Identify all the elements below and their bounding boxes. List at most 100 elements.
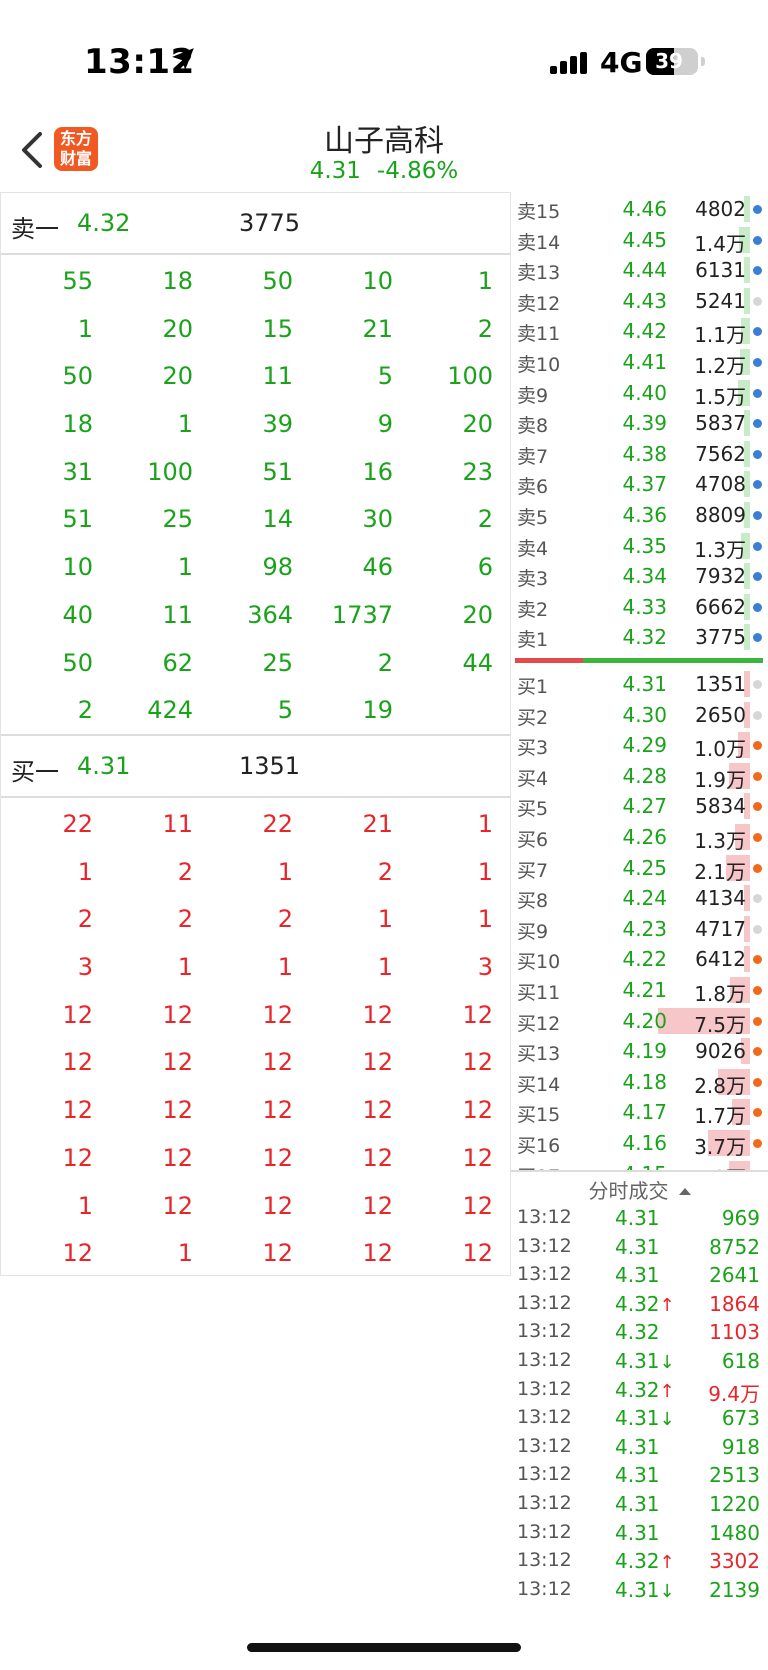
buy_queue-cell: 1: [477, 810, 493, 838]
trade-time: 13:12: [517, 1549, 572, 1572]
home-indicator[interactable]: [247, 1643, 521, 1652]
bid-level-price: 4.21: [622, 978, 667, 1002]
bid-level-price: 4.18: [622, 1069, 667, 1094]
sell_queue-cell: 16: [362, 457, 393, 486]
sell_queue-cell: 424: [147, 696, 193, 725]
bid-level-row[interactable]: 买9 4.23 4717: [511, 914, 768, 944]
trade-price: 4.31: [615, 1463, 660, 1487]
bid-level-row[interactable]: 买17 4.15 1.9万: [511, 1159, 768, 1170]
ask-level-row[interactable]: 卖4 4.35 1.3万: [511, 531, 768, 562]
bid-level-row[interactable]: 买14 4.18 2.8万: [511, 1067, 768, 1098]
ask-level-row[interactable]: 卖9 4.40 1.5万: [511, 378, 768, 409]
ask-level-row[interactable]: 卖1 4.32 3775: [511, 622, 768, 652]
bid-level-row[interactable]: 买13 4.19 9026: [511, 1036, 768, 1066]
ask-level-row[interactable]: 卖12 4.43 5241: [511, 286, 768, 316]
trade-time: 13:12: [517, 1434, 572, 1457]
ask-level-row[interactable]: 卖5 4.36 8809: [511, 500, 768, 530]
sell_queue-row: 2 424 5 19: [1, 686, 510, 734]
status-dot-icon: [753, 924, 762, 934]
trade-price-value: 4.31: [615, 1434, 660, 1459]
price-change: 4.31 -4.86%: [0, 158, 768, 184]
bid-level-row[interactable]: 买2 4.30 2650: [511, 700, 768, 730]
buy_queue-cell: 22: [262, 810, 293, 838]
bid-level-row[interactable]: 买4 4.28 1.9万: [511, 761, 768, 792]
buy_queue-cell: 12: [362, 1191, 393, 1220]
status-dot-icon: [753, 1077, 762, 1087]
sell_queue-cell: 6: [477, 553, 493, 582]
sell_queue-cell: 20: [162, 314, 193, 343]
bid-level-row[interactable]: 买10 4.22 6412: [511, 944, 768, 974]
bid-level-price: 4.15: [601, 1162, 667, 1170]
trade-volume: 9.4万: [708, 1381, 760, 1406]
sell-level-label: 卖一: [11, 215, 59, 243]
buy_queue-cell: 12: [262, 1239, 293, 1268]
sell_queue-row: 31 100 51 16 23: [1, 448, 510, 496]
trade-price-value: 4.31: [615, 1492, 660, 1516]
sell_queue-cell: 51: [262, 457, 293, 486]
sell_queue-cell: 50: [62, 648, 93, 677]
arrow-down-icon: ↓: [659, 1409, 675, 1431]
ask-level-label: 卖13: [517, 262, 561, 285]
trade-volume: 8752: [709, 1234, 760, 1259]
bid-level-volume: 1.9万: [694, 1162, 746, 1170]
ask-level-row[interactable]: 卖7 4.38 7562: [511, 439, 768, 469]
sell_queue-cell: 44: [462, 648, 493, 677]
buy_queue-cell: 12: [262, 1000, 293, 1029]
trades-header-label: 分时成交: [588, 1179, 669, 1203]
ask-level-price: 4.44: [622, 258, 667, 283]
bid-level-row[interactable]: 买15 4.17 1.7万: [511, 1097, 768, 1129]
bid-level-row[interactable]: 买7 4.25 2.1万: [511, 853, 768, 884]
bid-level-row[interactable]: 买3 4.29 1.0万: [511, 730, 768, 761]
buy_queue-cell: 2: [77, 905, 93, 934]
bid-level-label: 买14: [517, 1073, 561, 1096]
bid-level-row[interactable]: 买6 4.26 1.3万: [511, 822, 768, 853]
trade-time: 13:12: [517, 1263, 572, 1286]
status-dot-icon: [753, 388, 762, 398]
ask-level-price: 4.33: [622, 594, 667, 619]
bid-level-row[interactable]: 买12 4.20 7.5万: [511, 1006, 768, 1037]
ask-level-price: 4.40: [622, 380, 667, 405]
ask-level-row[interactable]: 卖15 4.46 4802: [511, 194, 768, 224]
ask-level-row[interactable]: 卖10 4.41 1.2万: [511, 347, 768, 378]
bid-level-volume: 1.7万: [694, 1104, 746, 1129]
sell_queue-cell: 20: [162, 362, 193, 391]
sell_queue-cell: 1: [177, 410, 193, 439]
trades-header[interactable]: 分时成交: [511, 1170, 768, 1203]
bid-level-row[interactable]: 买5 4.27 5834: [511, 791, 768, 821]
buy_queue-cell: 11: [162, 810, 193, 838]
ask-level-row[interactable]: 卖8 4.39 5837: [511, 408, 768, 438]
status-dot-icon: [753, 358, 762, 367]
bid-level-row[interactable]: 买1 4.31 1351: [511, 669, 768, 699]
ask-level-row[interactable]: 卖6 4.37 4708: [511, 469, 768, 499]
buy_queue-cell: 12: [462, 1000, 493, 1029]
ask-level-row[interactable]: 卖11 4.42 1.1万: [511, 316, 768, 347]
trade-row: 13:12 4.31↓ 2139: [511, 1576, 768, 1605]
buy_queue-cell: 2: [377, 857, 393, 886]
status-dot-icon: [753, 894, 762, 904]
bid-level-row[interactable]: 买8 4.24 4134: [511, 883, 768, 913]
trade-row: 13:12 4.31 2513: [511, 1461, 768, 1490]
sell_queue-cell: 11: [162, 600, 193, 629]
buy-level-row: 买一 4.31 1351: [1, 734, 510, 798]
ask-level-row[interactable]: 卖3 4.34 7932: [511, 561, 768, 591]
bid-level-row[interactable]: 买11 4.21 1.8万: [511, 975, 768, 1006]
status-dot-icon: [753, 986, 762, 995]
buy_queue-cell: 12: [162, 1096, 193, 1125]
bid-level-label: 买15: [517, 1104, 561, 1127]
buy_queue-cell: 12: [162, 1000, 193, 1029]
ask-level-row[interactable]: 卖13 4.44 6131: [511, 255, 768, 285]
ask-level-price: 4.35: [622, 533, 667, 558]
ask-level-label: 卖10: [517, 354, 561, 376]
ask-level-row[interactable]: 卖2 4.33 6662: [511, 592, 768, 622]
bid-level-price: 4.22: [622, 947, 667, 972]
ask-level-row[interactable]: 卖14 4.45 1.4万: [511, 225, 768, 256]
bid-level-volume: 1.8万: [694, 982, 746, 1006]
trade-ticker[interactable]: 分时成交 13:12 4.31 969 13:12 4.31 8752 13:12 4.31 2…: [511, 1170, 768, 1602]
bid-level-label: 买5: [517, 798, 549, 821]
trade-price-value: 4.31: [615, 1206, 660, 1230]
ask-level-label: 卖2: [517, 598, 549, 621]
status-bar: 13:12 4G 39: [0, 0, 768, 110]
buy_queue-cell: 1: [277, 857, 293, 886]
bid-level-row[interactable]: 买16 4.16 3.7万: [511, 1128, 768, 1159]
ask-level-volume: 6131: [695, 258, 746, 283]
